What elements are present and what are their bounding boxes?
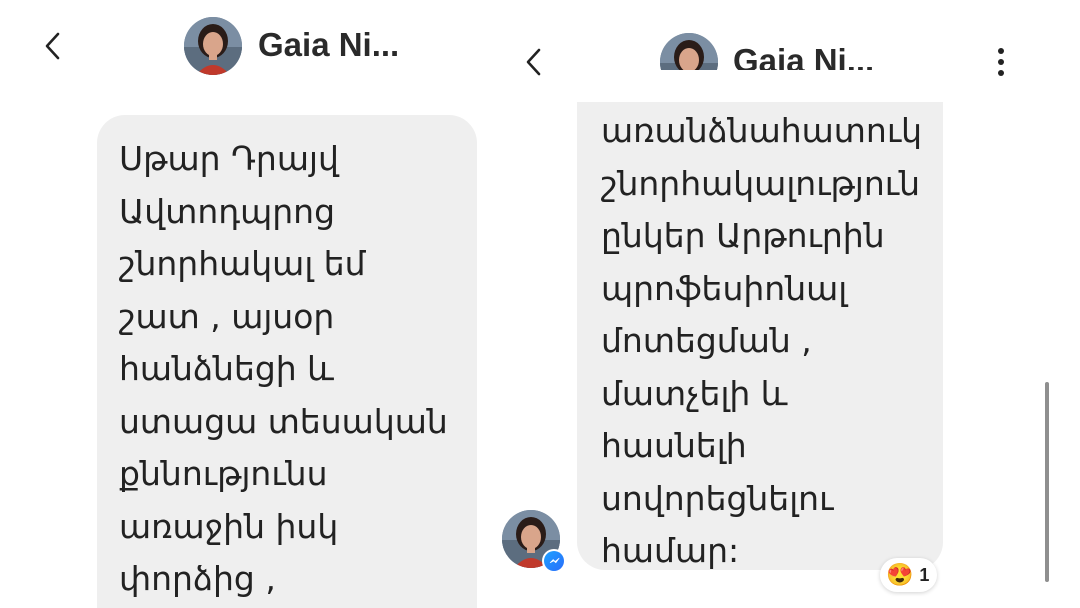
right-screenshot-panel: Gaia Ni... առանձնահատուկ շնորհակալությու… bbox=[490, 0, 1080, 608]
message-line: հանձնեցի և bbox=[119, 349, 334, 388]
messenger-icon bbox=[544, 551, 564, 571]
reaction-count: 1 bbox=[919, 564, 930, 585]
chevron-left-icon bbox=[45, 32, 60, 60]
message-line: քննությունս bbox=[119, 454, 328, 493]
message-line: առանձնահատուկ bbox=[601, 111, 923, 150]
message-line: մատչելի և bbox=[601, 373, 788, 413]
chevron-left-icon bbox=[526, 48, 541, 76]
message-line: շնորհակալություն bbox=[601, 163, 921, 203]
avatar-photo-icon bbox=[184, 17, 242, 75]
contact-avatar[interactable] bbox=[184, 17, 242, 75]
message-line: Սթար Դրայվ bbox=[119, 139, 339, 178]
message-line: փորձից , bbox=[119, 559, 276, 598]
message-line: շատ , այսօր bbox=[119, 296, 335, 336]
reaction-badge[interactable]: 😍 1 bbox=[880, 558, 938, 592]
scrollbar-thumb[interactable] bbox=[1045, 382, 1049, 582]
back-button[interactable] bbox=[514, 42, 554, 82]
message-line: շնորհակալ եմ bbox=[119, 244, 366, 283]
more-options-button[interactable] bbox=[986, 40, 1016, 84]
message-line: ընկեր Արթուրին bbox=[601, 216, 885, 255]
contact-name[interactable]: Gaia Ni... bbox=[258, 26, 399, 64]
chat-header: Gaia Ni... bbox=[0, 0, 490, 92]
messenger-badge bbox=[542, 549, 566, 573]
header-overlap-mask bbox=[577, 70, 943, 102]
message-line: ստացա տեսական bbox=[119, 401, 448, 441]
message-bubble[interactable]: առանձնահատուկ շնորհակալություն ընկեր Արթ… bbox=[577, 70, 943, 570]
message-bubble[interactable]: Սթար Դրայվ Ավտոդպրոց շնորհակալ եմ շատ , … bbox=[97, 115, 477, 608]
message-line: Ավտոդպրոց bbox=[119, 191, 335, 231]
more-vertical-icon-dot bbox=[998, 59, 1004, 65]
message-line: պրոֆեսիոնալ bbox=[601, 268, 848, 308]
message-line: սովորեցնելու bbox=[601, 478, 834, 518]
message-line: հասնելի bbox=[601, 426, 747, 465]
message-line: առաջին իսկ bbox=[119, 506, 339, 546]
heart-eyes-emoji-icon: 😍 bbox=[886, 562, 914, 587]
more-vertical-icon-dot bbox=[998, 70, 1004, 76]
message-line: մոտեցման , bbox=[601, 321, 812, 360]
left-screenshot-panel: Gaia Ni... Սթար Դրայվ Ավտոդպրոց շնորհակա… bbox=[0, 0, 490, 608]
more-vertical-icon-dot bbox=[998, 48, 1004, 54]
back-button[interactable] bbox=[33, 26, 73, 66]
